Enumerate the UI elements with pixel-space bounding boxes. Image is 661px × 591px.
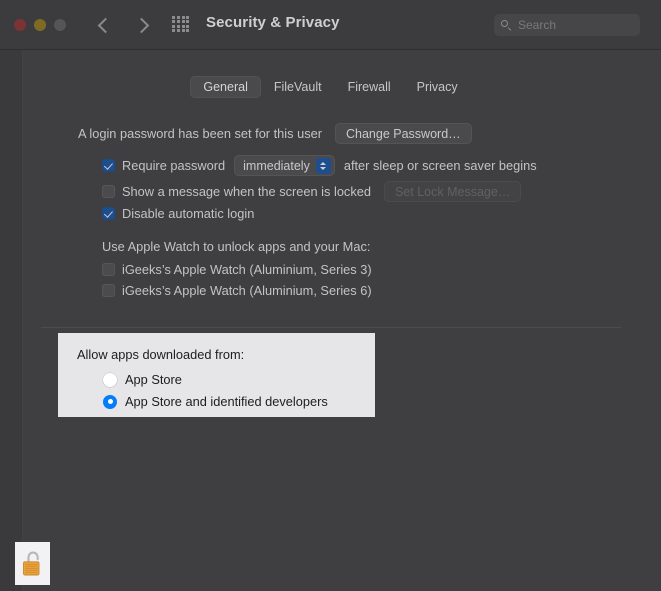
lock-message-row: Show a message when the screen is locked… [102,181,522,202]
set-lock-message-button[interactable]: Set Lock Message… [383,181,522,202]
login-password-row: A login password has been set for this u… [78,123,472,144]
search-field[interactable]: Search [494,14,640,36]
apple-watch-device-row: iGeeks’s Apple Watch (Aluminium, Series … [102,283,372,298]
chevron-updown-icon[interactable] [315,157,331,174]
tab-privacy[interactable]: Privacy [404,76,471,98]
radio-app-store-identified-developers[interactable] [103,394,117,409]
apple-watch-heading-label: Use Apple Watch to unlock apps and your … [102,239,371,254]
chevron-left-icon [97,17,114,33]
gatekeeper-option-label: App Store [125,372,182,387]
back-button[interactable] [92,13,116,37]
tab-general[interactable]: General [190,76,261,98]
tab-firewall[interactable]: Firewall [335,76,404,98]
gatekeeper-option-app-store-and-identified-developers[interactable]: App Store and identified developers [103,394,328,409]
require-password-suffix: after sleep or screen saver begins [343,158,537,173]
window-left-edge [0,48,23,591]
close-button[interactable] [14,19,26,31]
require-password-delay-value: immediately [243,158,310,173]
titlebar: Security & Privacy Search [0,0,661,50]
gatekeeper-highlight-panel: Allow apps downloaded from: App Store Ap… [58,333,375,417]
apple-watch-series3-label: iGeeks’s Apple Watch (Aluminium, Series … [122,262,372,277]
gatekeeper-option-label: App Store and identified developers [125,394,328,409]
change-password-button[interactable]: Change Password… [335,123,472,144]
footer-bar: Click the lock to prevent further change… [0,540,661,591]
gatekeeper-option-app-store[interactable]: App Store [103,372,182,387]
disable-auto-login-label: Disable automatic login [122,206,255,221]
radio-app-store[interactable] [103,372,117,387]
security-privacy-window: Security & Privacy Search General FileVa… [0,0,661,591]
zoom-button[interactable] [54,19,66,31]
preferences-window: Security & Privacy Search General FileVa… [0,0,661,591]
minimize-button[interactable] [34,19,46,31]
tab-bar: General FileVault Firewall Privacy [0,76,661,98]
page-title: Security & Privacy [206,14,340,31]
unlocked-padlock-icon[interactable] [21,550,45,578]
gatekeeper-heading: Allow apps downloaded from: [77,347,245,362]
search-placeholder: Search [518,18,557,32]
search-icon [501,19,512,31]
login-password-status: A login password has been set for this u… [78,126,322,141]
require-password-delay-select[interactable]: immediately [234,155,335,176]
apple-watch-device-row: iGeeks’s Apple Watch (Aluminium, Series … [102,262,372,277]
tab-filevault[interactable]: FileVault [261,76,335,98]
forward-button[interactable] [131,13,155,37]
lock-message-label: Show a message when the screen is locked [122,184,371,199]
disable-auto-login-row: Disable automatic login [102,206,254,221]
show-all-grid-icon[interactable] [172,16,190,32]
chevron-right-icon [133,17,150,33]
require-password-row: Require password immediately after sleep… [102,155,537,176]
apple-watch-series3-checkbox[interactable] [102,263,115,276]
apple-watch-series6-checkbox[interactable] [102,284,115,297]
lock-highlight-panel [15,542,50,585]
disable-auto-login-checkbox[interactable] [102,207,115,220]
apple-watch-series6-label: iGeeks’s Apple Watch (Aluminium, Series … [122,283,372,298]
require-password-checkbox[interactable] [102,159,115,172]
require-password-label: Require password [122,158,226,173]
traffic-lights [14,19,66,31]
section-divider [41,327,621,328]
lock-message-checkbox[interactable] [102,185,115,198]
apple-watch-heading: Use Apple Watch to unlock apps and your … [102,239,370,254]
